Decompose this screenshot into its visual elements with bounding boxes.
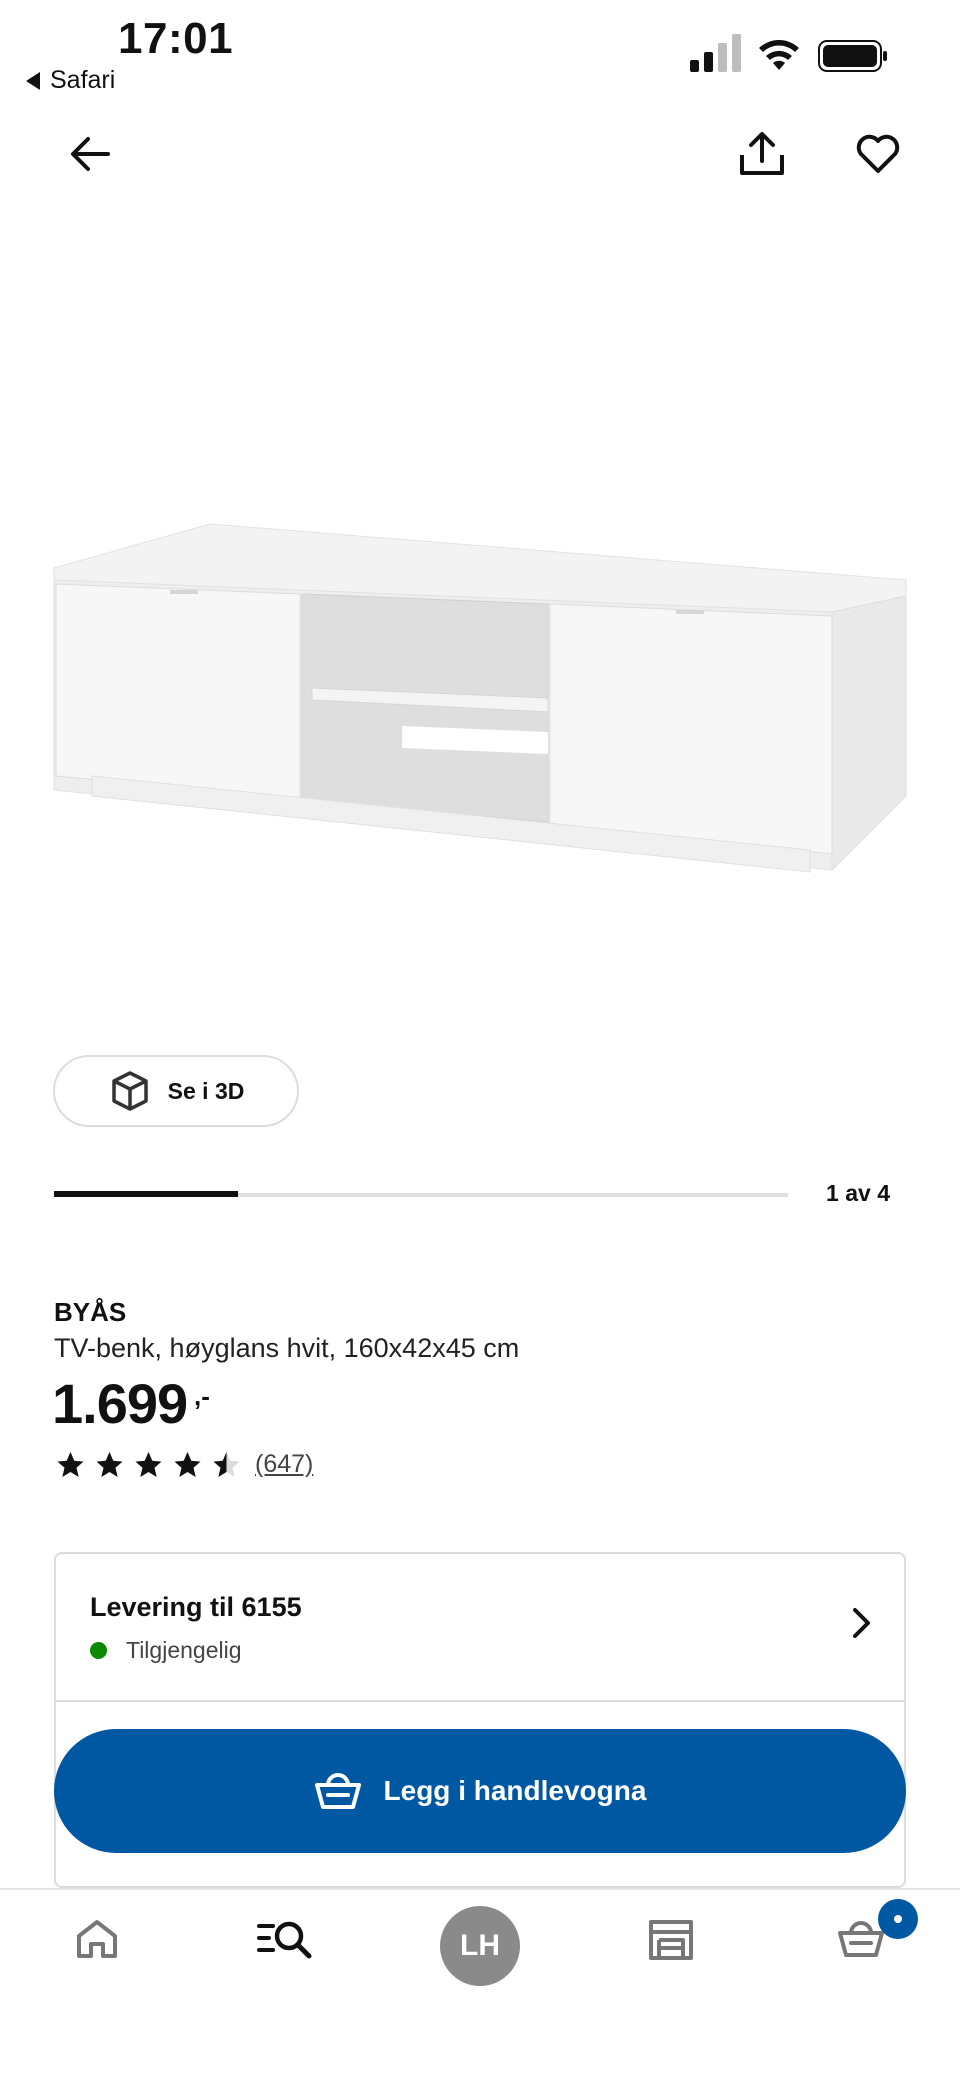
search-list-icon <box>257 1921 312 1959</box>
back-triangle-icon <box>26 71 40 90</box>
cart-badge <box>878 1899 918 1939</box>
delivery-title[interactable]: Levering til 6155 <box>90 1592 302 1623</box>
add-to-cart-label: Legg i handlevogna <box>383 1775 647 1806</box>
star-icon <box>174 1452 201 1477</box>
chevron-right-icon[interactable] <box>844 1606 878 1640</box>
star-icon <box>135 1452 162 1477</box>
tab-home[interactable] <box>62 1904 132 1974</box>
add-to-cart-button[interactable]: Legg i handlevogna <box>54 1729 906 1853</box>
back-button[interactable] <box>62 126 118 182</box>
view-3d-button[interactable]: Se i 3D <box>53 1055 299 1127</box>
product-name: BYÅS <box>54 1297 127 1327</box>
heart-icon <box>856 134 900 173</box>
back-app-label: Safari <box>50 66 116 94</box>
rating-stars[interactable] <box>54 1450 243 1480</box>
review-count-link[interactable]: (647) <box>255 1450 313 1479</box>
profile-avatar[interactable]: LH <box>440 1906 520 1986</box>
star-icon <box>57 1452 84 1477</box>
cart-badge-dot <box>894 1915 902 1923</box>
view-3d-label: Se i 3D <box>167 1077 245 1104</box>
back-to-safari[interactable]: Safari <box>26 66 115 95</box>
star-icon <box>213 1452 240 1477</box>
basket-icon <box>838 1921 884 1957</box>
product-description: TV-benk, høyglans hvit, 160x42x45 cm <box>54 1333 520 1363</box>
product-image[interactable] <box>40 500 920 900</box>
star-icon <box>96 1452 123 1477</box>
wifi-icon <box>759 40 799 70</box>
price-suffix: ,- <box>194 1381 210 1411</box>
delivery-status: Tilgjengelig <box>126 1637 242 1663</box>
gallery-page-indicator: 1 av 4 <box>826 1180 890 1206</box>
battery-icon <box>818 40 887 72</box>
tab-search[interactable] <box>250 1904 320 1974</box>
cellular-signal-icon <box>690 34 741 72</box>
availability-status-dot <box>90 1642 107 1659</box>
cube-icon <box>111 1071 148 1111</box>
arrow-left-icon <box>71 137 110 171</box>
shopping-basket-icon <box>314 1773 361 1809</box>
card-divider <box>55 1700 905 1702</box>
product-price: 1.699 <box>52 1372 188 1435</box>
favourite-button[interactable] <box>850 126 906 182</box>
home-icon <box>77 1920 117 1958</box>
tab-store[interactable] <box>636 1904 706 1974</box>
share-icon <box>740 132 784 175</box>
store-icon <box>649 1920 693 1960</box>
status-time: 17:01 <box>118 14 234 63</box>
share-button[interactable] <box>734 126 790 182</box>
gallery-progress-fill <box>54 1191 238 1197</box>
